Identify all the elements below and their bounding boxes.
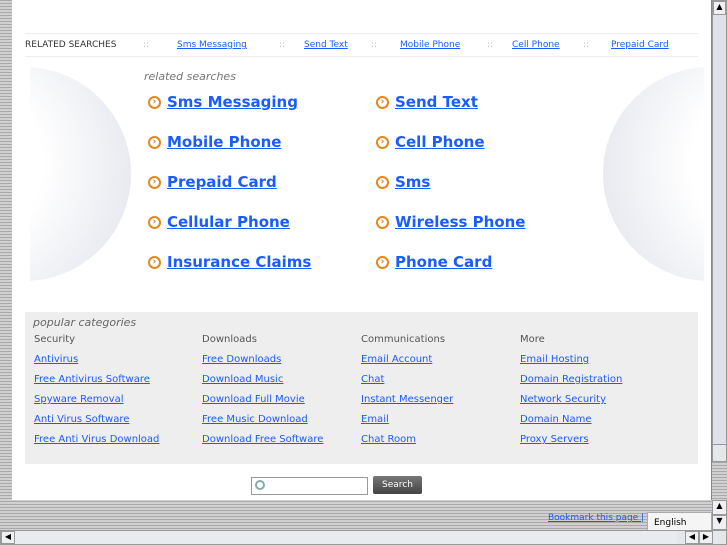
top-link-prepaid-card[interactable]: Prepaid Card <box>611 40 669 50</box>
arrow-right-icon: › <box>148 215 161 229</box>
bookmark-link[interactable]: Bookmark this page | <box>548 513 644 523</box>
category-link[interactable]: Free Anti Virus Download <box>34 434 159 454</box>
lang-scroll-down-icon[interactable]: ▼ <box>712 515 727 530</box>
related-search-link[interactable]: Send Text <box>395 93 478 111</box>
related-search-item[interactable]: › Insurance Claims <box>148 253 311 271</box>
search-icon <box>255 480 265 490</box>
scroll-left-icon[interactable]: ◀ <box>1 531 15 544</box>
category-link[interactable]: Domain Registration <box>520 374 622 394</box>
scroll-right-icon[interactable]: ▶ <box>699 531 713 544</box>
category-link[interactable]: Email <box>361 414 453 434</box>
search-input[interactable] <box>251 477 368 495</box>
related-searches-label: RELATED SEARCHES <box>25 40 117 50</box>
category-link[interactable]: Anti Virus Software <box>34 414 159 434</box>
related-search-link[interactable]: Sms Messaging <box>167 93 298 111</box>
category-column: Communications Email Account Chat Instant M… <box>361 334 453 454</box>
related-search-item[interactable]: › Send Text <box>376 93 478 111</box>
scrollbar-thumb[interactable] <box>713 15 726 445</box>
top-link-cell-phone[interactable]: Cell Phone <box>512 40 560 50</box>
arrow-right-icon: › <box>376 95 389 109</box>
related-search-link[interactable]: Mobile Phone <box>167 133 281 151</box>
category-link[interactable]: Chat <box>361 374 453 394</box>
decorative-circle-right <box>603 67 704 281</box>
category-column: Downloads Free Downloads Download Music Dow… <box>202 334 323 454</box>
related-search-item[interactable]: › Phone Card <box>376 253 492 271</box>
category-link[interactable]: Spyware Removal <box>34 394 159 414</box>
scroll-up-icon[interactable]: ▲ <box>713 1 726 15</box>
related-search-link[interactable]: Phone Card <box>395 253 492 271</box>
category-heading: More <box>520 334 545 345</box>
category-link[interactable]: Free Downloads <box>202 354 323 374</box>
separator: :: <box>143 40 150 50</box>
category-link[interactable]: Download Full Movie <box>202 394 323 414</box>
page-content: RELATED SEARCHES :: Sms Messaging :: Sen… <box>12 0 712 500</box>
related-search-link[interactable]: Prepaid Card <box>167 173 277 191</box>
related-search-link[interactable]: Cellular Phone <box>167 213 290 231</box>
arrow-right-icon: › <box>376 255 389 269</box>
category-link[interactable]: Network Security <box>520 394 622 414</box>
arrow-right-icon: › <box>376 215 389 229</box>
category-link[interactable]: Antivirus <box>34 354 159 374</box>
related-search-link[interactable]: Cell Phone <box>395 133 485 151</box>
related-search-item[interactable]: › Mobile Phone <box>148 133 281 151</box>
category-link[interactable]: Email Hosting <box>520 354 622 374</box>
arrow-right-icon: › <box>376 135 389 149</box>
category-column: More Email Hosting Domain Registration Netw… <box>520 334 622 454</box>
arrow-right-icon: › <box>148 255 161 269</box>
arrow-right-icon: › <box>376 175 389 189</box>
language-select[interactable]: English <box>647 512 712 531</box>
arrow-right-icon: › <box>148 175 161 189</box>
lang-scroll-up-icon[interactable]: ▲ <box>712 500 727 515</box>
category-heading: Security <box>34 334 76 345</box>
popular-categories: popular categories Security Antivirus Free… <box>25 312 698 464</box>
top-link-mobile-phone[interactable]: Mobile Phone <box>400 40 460 50</box>
related-search-item[interactable]: › Cell Phone <box>376 133 485 151</box>
related-search-link[interactable]: Sms <box>395 173 430 191</box>
category-link[interactable]: Email Account <box>361 354 453 374</box>
related-searches-bar: RELATED SEARCHES :: Sms Messaging :: Sen… <box>25 33 698 57</box>
separator: :: <box>279 40 286 50</box>
category-link[interactable]: Domain Name <box>520 414 622 434</box>
related-search-item[interactable]: › Wireless Phone <box>376 213 525 231</box>
category-link[interactable]: Free Music Download <box>202 414 323 434</box>
category-link[interactable]: Download Music <box>202 374 323 394</box>
search-button[interactable]: Search <box>373 476 422 494</box>
related-searches-title: related searches <box>144 70 236 83</box>
decorative-circle-left <box>30 67 131 281</box>
category-link[interactable]: Instant Messenger <box>361 394 453 414</box>
scroll-left-icon[interactable]: ◀ <box>685 531 699 544</box>
category-link[interactable]: Download Free Software <box>202 434 323 454</box>
category-heading: Downloads <box>202 334 257 345</box>
top-link-send-text[interactable]: Send Text <box>304 40 348 50</box>
vertical-scrollbar[interactable]: ▲ <box>712 0 727 462</box>
related-search-item[interactable]: › Cellular Phone <box>148 213 290 231</box>
separator: :: <box>371 40 378 50</box>
separator: :: <box>583 40 590 50</box>
related-search-item[interactable]: › Sms <box>376 173 430 191</box>
separator: :: <box>487 40 494 50</box>
category-link[interactable]: Free Antivirus Software <box>34 374 159 394</box>
category-link[interactable]: Proxy Servers <box>520 434 622 454</box>
related-search-item[interactable]: › Prepaid Card <box>148 173 277 191</box>
related-search-link[interactable]: Insurance Claims <box>167 253 311 271</box>
popular-categories-title: popular categories <box>33 316 137 329</box>
horizontal-scrollbar[interactable]: ◀ ◀ ▶ <box>0 530 727 545</box>
category-link[interactable]: Chat Room <box>361 434 453 454</box>
top-link-sms-messaging[interactable]: Sms Messaging <box>177 40 247 50</box>
horizontal-scrollbar-thumb[interactable] <box>15 531 677 544</box>
related-search-link[interactable]: Wireless Phone <box>395 213 525 231</box>
related-search-item[interactable]: › Sms Messaging <box>148 93 298 111</box>
category-column: Security Antivirus Free Antivirus Software… <box>34 334 159 454</box>
category-heading: Communications <box>361 334 446 345</box>
arrow-right-icon: › <box>148 95 161 109</box>
arrow-right-icon: › <box>148 135 161 149</box>
